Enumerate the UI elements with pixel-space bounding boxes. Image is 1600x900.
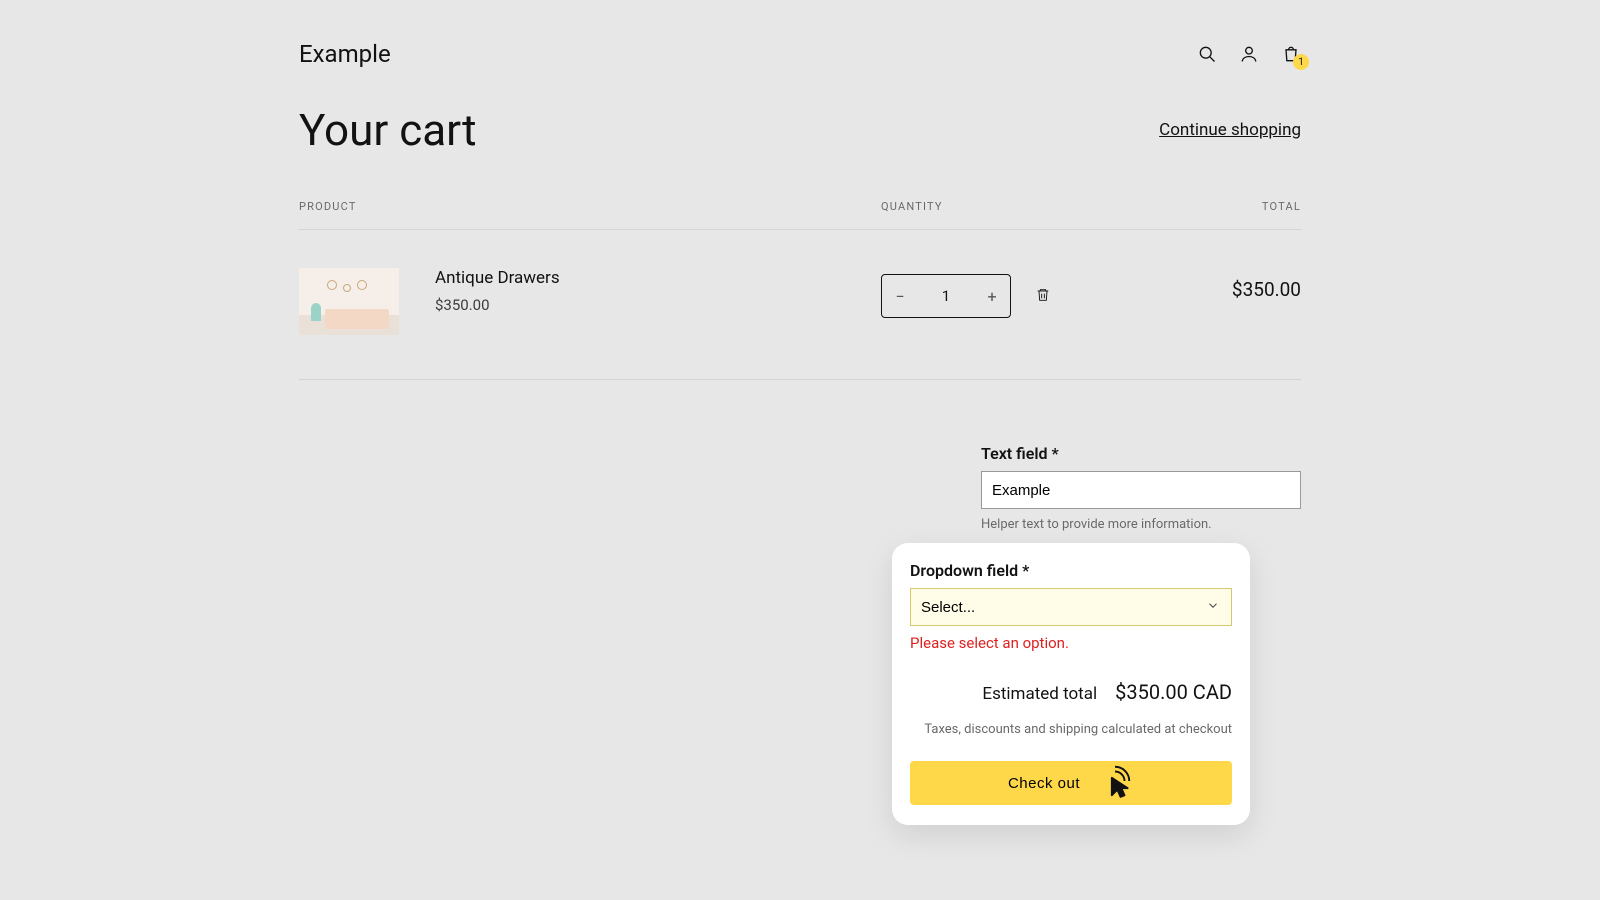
dropdown-field-select[interactable]: Select... [910,588,1232,626]
tax-note: Taxes, discounts and shipping calculated… [910,722,1232,737]
checkout-button[interactable]: Check out [910,761,1232,805]
cart-table-header: PRODUCT QUANTITY TOTAL [299,200,1301,230]
cart-icon[interactable]: 1 [1281,44,1301,64]
page-title: Your cart [299,104,477,156]
continue-shopping-link[interactable]: Continue shopping [1159,120,1301,140]
product-name[interactable]: Antique Drawers [435,268,881,288]
remove-item-button[interactable] [1035,287,1051,305]
search-icon[interactable] [1197,44,1217,64]
checkout-card: Dropdown field * Select... Please select… [892,543,1250,825]
line-total: $350.00 [1141,278,1301,301]
estimated-total-value: $350.00 CAD [1115,680,1232,704]
brand-title[interactable]: Example [299,40,391,68]
quantity-stepper: − 1 + [881,274,1011,318]
text-field-label: Text field * [981,444,1301,463]
product-thumbnail[interactable] [299,268,399,335]
text-field-helper: Helper text to provide more information. [981,517,1301,532]
text-field-input[interactable] [981,471,1301,509]
checkout-button-label: Check out [1008,775,1080,792]
dropdown-field-label: Dropdown field * [910,561,1232,580]
quantity-increase-button[interactable]: + [974,275,1010,317]
quantity-decrease-button[interactable]: − [882,275,918,317]
account-icon[interactable] [1239,44,1259,64]
col-product-label: PRODUCT [299,200,881,213]
cart-item-row: Antique Drawers $350.00 − 1 + $350.00 [299,230,1301,380]
product-unit-price: $350.00 [435,296,881,314]
cart-count-badge: 1 [1293,54,1309,70]
col-total-label: TOTAL [1141,200,1301,213]
dropdown-error-message: Please select an option. [910,634,1232,652]
col-quantity-label: QUANTITY [881,200,1141,213]
quantity-value: 1 [918,287,974,305]
estimated-total-label: Estimated total [982,684,1097,704]
tap-cursor-icon [1096,762,1134,804]
